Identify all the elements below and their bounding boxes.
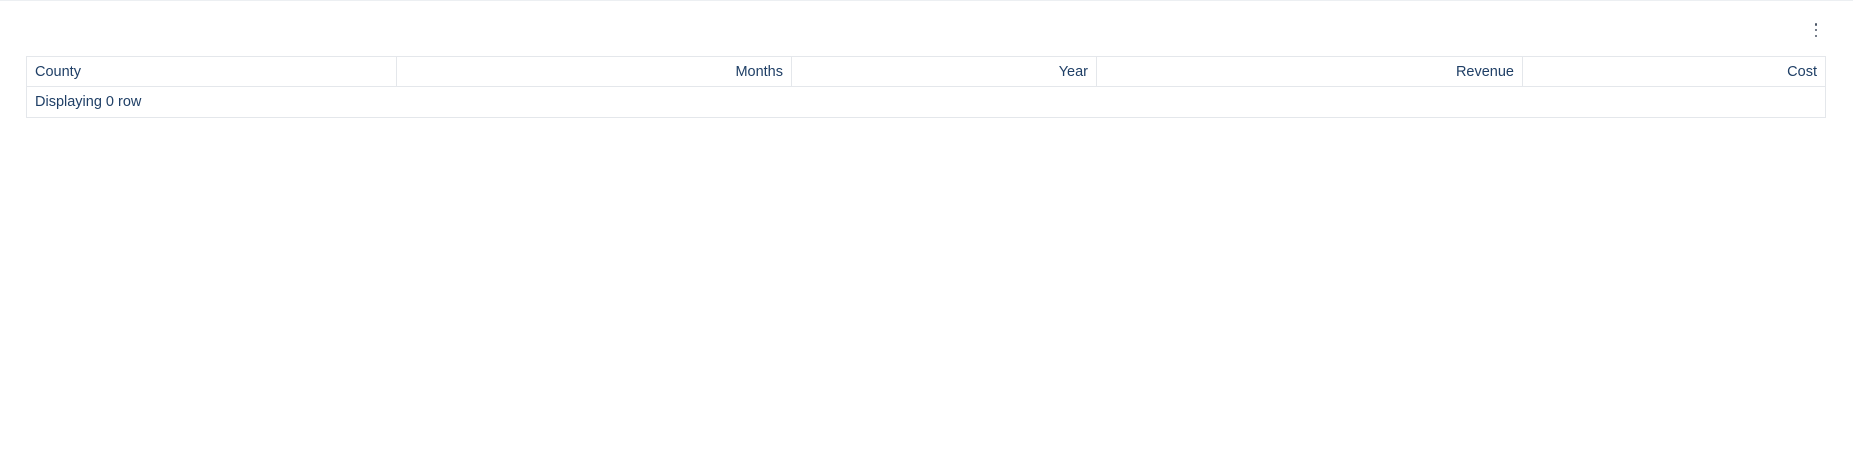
column-header-label: Cost <box>1787 63 1817 80</box>
column-header-revenue[interactable]: Revenue <box>1097 57 1523 86</box>
table-header-row: County Months Year Revenue Cost <box>27 57 1825 87</box>
row-count-footer: Displaying 0 row <box>27 87 1825 117</box>
column-header-year[interactable]: Year <box>792 57 1097 86</box>
column-header-county[interactable]: County <box>27 57 397 86</box>
column-header-months[interactable]: Months <box>397 57 792 86</box>
top-divider <box>0 0 1853 1</box>
data-table: County Months Year Revenue Cost Displayi… <box>26 56 1826 118</box>
more-options-button[interactable] <box>1806 18 1826 42</box>
table-widget: County Months Year Revenue Cost Displayi… <box>0 0 1853 449</box>
kebab-vertical-icon <box>1814 23 1818 37</box>
column-header-label: Months <box>735 63 783 80</box>
row-count-text: Displaying 0 row <box>35 94 142 110</box>
column-header-label: Revenue <box>1455 63 1514 80</box>
column-header-label: Year <box>1058 63 1088 80</box>
column-header-label: County <box>35 63 81 80</box>
column-header-cost[interactable]: Cost <box>1523 57 1825 86</box>
